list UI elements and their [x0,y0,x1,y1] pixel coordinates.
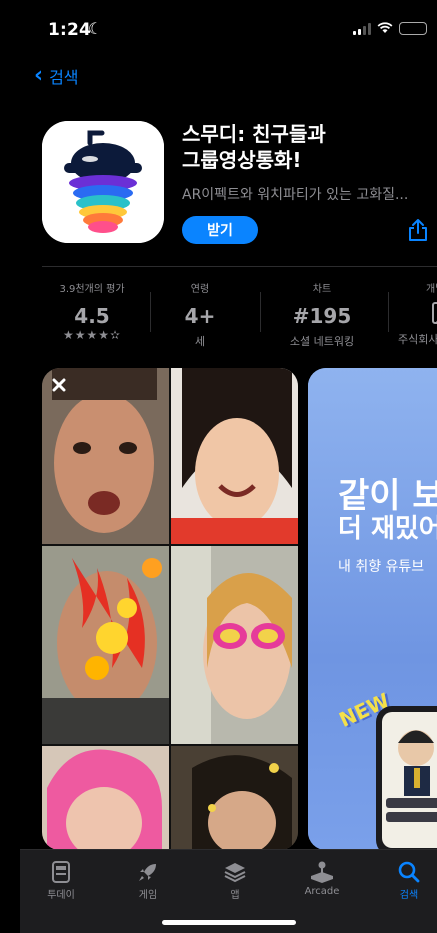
app-icon [42,121,164,243]
signal-icon [353,22,371,35]
app-subtitle: AR이펙트와 워치파티가 있는 고화질... [182,187,409,203]
tab-label: 검색 [399,890,419,901]
info-row: 3.9천개의 평가 4.5 ★★★★✫ 연령 4+ 세 차트 #195 소셜 네… [42,280,437,348]
tab-apps[interactable]: 앱 [200,858,270,901]
age-cell: 연령 4+ 세 [170,280,230,349]
screenshot-video-call[interactable] [42,368,298,850]
age-value: 4+ [184,304,216,328]
share-icon[interactable] [408,218,428,246]
battery-icon [399,22,427,35]
age-caption: 연령 [190,284,210,295]
status-time: 1:24 [48,20,92,40]
tab-label: 앱 [230,890,240,901]
back-button[interactable]: ‹ 검색 [34,64,79,88]
divider [150,292,151,332]
app-title-line2: 그룹영상통화! [182,148,302,172]
chevron-left-icon: ‹ [34,63,44,88]
divider [42,266,437,267]
video-grid-image [42,368,298,850]
chart-caption: 차트 [312,284,332,295]
rating-value: 4.5 [74,304,110,328]
ratings-caption: 3.9천개의 평가 [59,284,125,295]
tab-arcade[interactable]: Arcade [287,858,357,897]
star-rating: ★★★★✫ [62,328,122,342]
chart-sub: 소셜 네트워킹 [289,335,355,348]
chart-value: #195 [292,304,352,328]
app-store-screen: 1:24 ☾ ‹ 검색 스무디: 친구들과 그룹영상통화! AR이펙트와 워치파… [20,0,437,933]
divider [388,292,389,332]
status-bar: 1:24 ☾ [20,0,437,60]
developer-cell[interactable]: 개발자 주식회사 ㅅ [398,280,437,347]
chart-cell[interactable]: 차트 #195 소셜 네트워킹 [272,280,372,349]
screenshot-promo[interactable]: 같이 보 더 재밌어 내 취향 유튜브 NEW [308,368,437,850]
phone-illustration [376,706,437,850]
today-icon [26,858,96,886]
promo-headline-2: 더 재밌어 [338,514,437,544]
divider [260,292,261,332]
developer-sub: 주식회사 ㅅ [398,333,437,346]
tab-today[interactable]: 투데이 [26,858,96,901]
ratings-cell[interactable]: 3.9천개의 평가 4.5 ★★★★✫ [42,280,142,342]
developer-icon [398,302,437,328]
back-label: 검색 [49,68,79,87]
search-icon [374,858,437,886]
tab-label: 투데이 [47,890,75,901]
age-sub: 세 [194,335,206,348]
promo-tagline: 내 취향 유튜브 [338,559,425,575]
app-title: 스무디: 친구들과 그룹영상통화! [182,121,427,173]
tab-label: Arcade [304,886,340,897]
app-title-line1: 스무디: 친구들과 [182,122,326,146]
developer-caption: 개발자 [426,284,437,295]
tab-games[interactable]: 게임 [113,858,183,901]
wifi-icon [377,22,393,35]
tab-label: 게임 [138,890,158,901]
moon-icon: ☾ [88,19,103,38]
rocket-icon [113,858,183,886]
arcade-icon [287,858,357,886]
layers-icon [200,858,270,886]
tab-search[interactable]: 검색 [374,858,437,901]
get-button[interactable]: 받기 [182,216,258,244]
home-indicator[interactable] [162,920,296,925]
